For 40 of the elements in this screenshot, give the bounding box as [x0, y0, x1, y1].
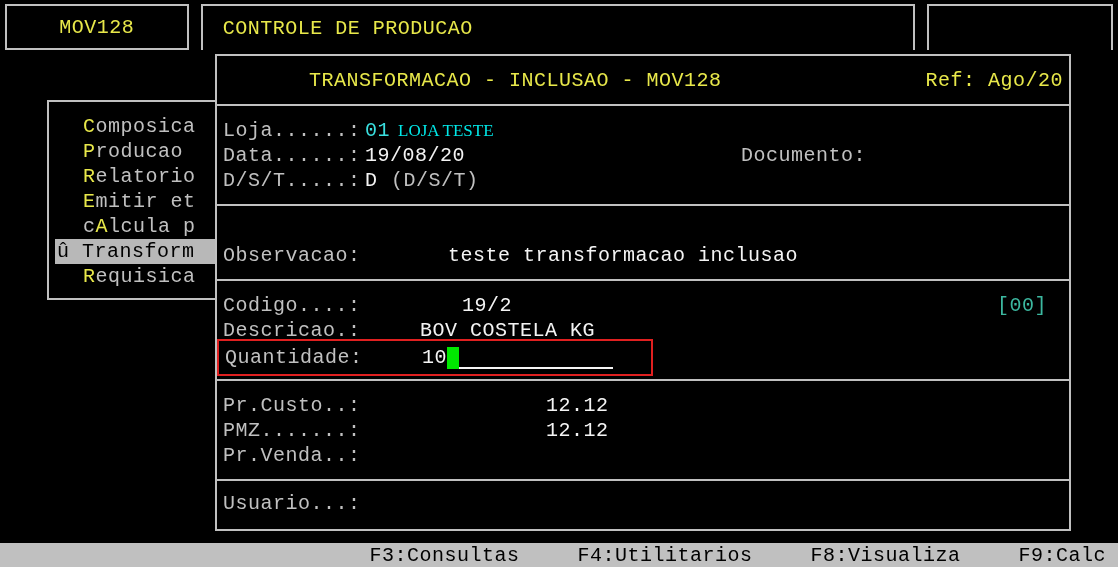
- menu-item[interactable]: Emitir et: [55, 189, 215, 214]
- field-label: PMZ.......:: [223, 418, 362, 443]
- function-key-hint[interactable]: F9:Calc: [1018, 542, 1106, 567]
- program-code: MOV128: [5, 4, 189, 50]
- function-key-hint[interactable]: F4:Utilitarios: [577, 542, 753, 567]
- menu-item[interactable]: cAlcula p: [55, 214, 215, 239]
- price-value: 12.12: [546, 418, 609, 443]
- note-value: teste transformacao inclusao: [448, 243, 799, 268]
- dialog-title: TRANSFORMACAO - INCLUSAO - MOV128: [309, 67, 723, 93]
- field-label: Pr.Custo..:: [223, 393, 362, 418]
- menu-item[interactable]: Composica: [55, 114, 215, 139]
- field-label: Data......:: [223, 143, 362, 168]
- text-cursor: [447, 346, 459, 369]
- type-hint: (D/S/T): [391, 168, 479, 193]
- system-title: CONTROLE DE PRODUCAO: [200, 4, 916, 50]
- field-label: Observacao:: [223, 243, 362, 268]
- field-label: D/S/T.....:: [223, 168, 362, 193]
- function-key-hint[interactable]: F3:Consultas: [369, 542, 520, 567]
- description-value: BOV COSTELA KG: [420, 318, 596, 343]
- code-tag: [00]: [997, 293, 1047, 318]
- store-name: LOJA TESTE: [398, 120, 494, 142]
- menu-item[interactable]: Requisica: [55, 264, 215, 289]
- price-value: 12.12: [546, 393, 609, 418]
- code-value: 19/2: [462, 293, 513, 318]
- field-label: Descricao.:: [223, 318, 362, 343]
- menu-item[interactable]: û Transform: [55, 239, 215, 264]
- field-label: Documento:: [741, 143, 867, 168]
- quantity-field[interactable]: 10: [422, 345, 613, 370]
- field-label: Codigo....:: [223, 293, 362, 318]
- store-code: 01: [365, 118, 390, 143]
- reference-period: Ref: Ago/20: [925, 67, 1063, 93]
- menu-item[interactable]: Producao: [55, 139, 215, 164]
- field-label: Usuario...:: [223, 491, 361, 516]
- menu-item[interactable]: Relatorio: [55, 164, 215, 189]
- type-value: D: [365, 168, 379, 193]
- date-value: 19/08/20: [365, 143, 466, 168]
- field-label: Pr.Venda..:: [223, 443, 362, 468]
- field-label: Quantidade:: [225, 345, 364, 370]
- function-key-hint[interactable]: F8:Visualiza: [810, 542, 961, 567]
- field-label: Loja......:: [223, 118, 362, 143]
